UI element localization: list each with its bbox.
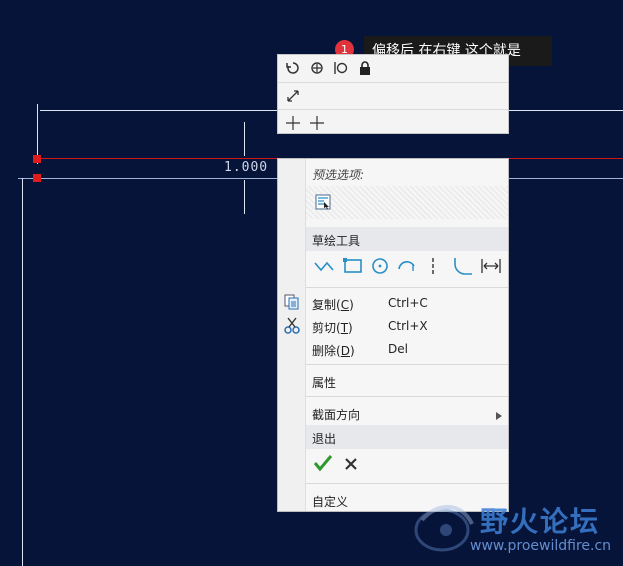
- plus-icon[interactable]: [283, 113, 303, 133]
- preselect-label: 预选选项:: [312, 168, 365, 182]
- copy-icon: [283, 293, 301, 314]
- cancel-x-icon[interactable]: [344, 457, 358, 474]
- dimension-leader: [244, 122, 245, 156]
- dimension-arrow-icon[interactable]: [283, 86, 303, 106]
- mini-toolbar: [277, 54, 509, 134]
- menu-item-properties[interactable]: 属性: [312, 374, 336, 391]
- preselect-filter-icon[interactable]: [315, 194, 331, 210]
- sketch-tools-header: 草绘工具: [312, 234, 361, 248]
- preselect-area: [306, 186, 508, 219]
- dimension-icon[interactable]: [480, 257, 502, 278]
- exit-header: 退出: [312, 432, 337, 446]
- undo-redo-icon[interactable]: [283, 58, 303, 78]
- watermark-url: www.proewildfire.cn: [470, 538, 612, 554]
- submenu-arrow-icon: [496, 409, 502, 423]
- cut-shortcut: Ctrl+X: [388, 319, 428, 333]
- rectangle-icon[interactable]: [342, 257, 364, 278]
- fillet-icon[interactable]: [452, 257, 474, 278]
- menu-item-copy[interactable]: 复制(C): [312, 296, 354, 313]
- line-chain-icon[interactable]: [313, 257, 335, 278]
- arc-icon[interactable]: [396, 257, 418, 278]
- watermark-title: 野火论坛: [480, 505, 601, 538]
- selection-handle-bottom[interactable]: [33, 174, 41, 182]
- forum-watermark: 野火论坛 www.proewildfire.cn: [412, 498, 618, 560]
- dimension-leader-lower: [244, 180, 245, 214]
- menu-item-section-orientation[interactable]: 截面方向: [312, 406, 360, 423]
- circle-icon[interactable]: [369, 257, 391, 278]
- selection-handle-top[interactable]: [33, 155, 41, 163]
- menu-item-cut[interactable]: 剪切(T): [312, 319, 353, 336]
- copy-shortcut: Ctrl+C: [388, 296, 428, 310]
- plus-icon[interactable]: [307, 113, 327, 133]
- constraint-icon[interactable]: [307, 58, 327, 78]
- ok-check-icon[interactable]: [313, 454, 333, 475]
- menu-item-delete[interactable]: 删除(D): [312, 342, 355, 359]
- centerline-icon[interactable]: [428, 257, 438, 278]
- cut-icon: [283, 316, 301, 337]
- delete-shortcut: Del: [388, 342, 408, 356]
- lock-icon[interactable]: [355, 58, 375, 78]
- menu-item-customize[interactable]: 自定义: [312, 493, 348, 510]
- dimension-value[interactable]: 1.000: [224, 160, 268, 175]
- sketch-view-icon[interactable]: [331, 58, 351, 78]
- watermark-logo-icon: [414, 505, 474, 552]
- context-menu: 预选选项: 草绘工具 复制(C) Ctrl+C 剪切(T) Ctrl+X 删除(…: [277, 158, 509, 512]
- reference-line-vertical: [22, 178, 23, 566]
